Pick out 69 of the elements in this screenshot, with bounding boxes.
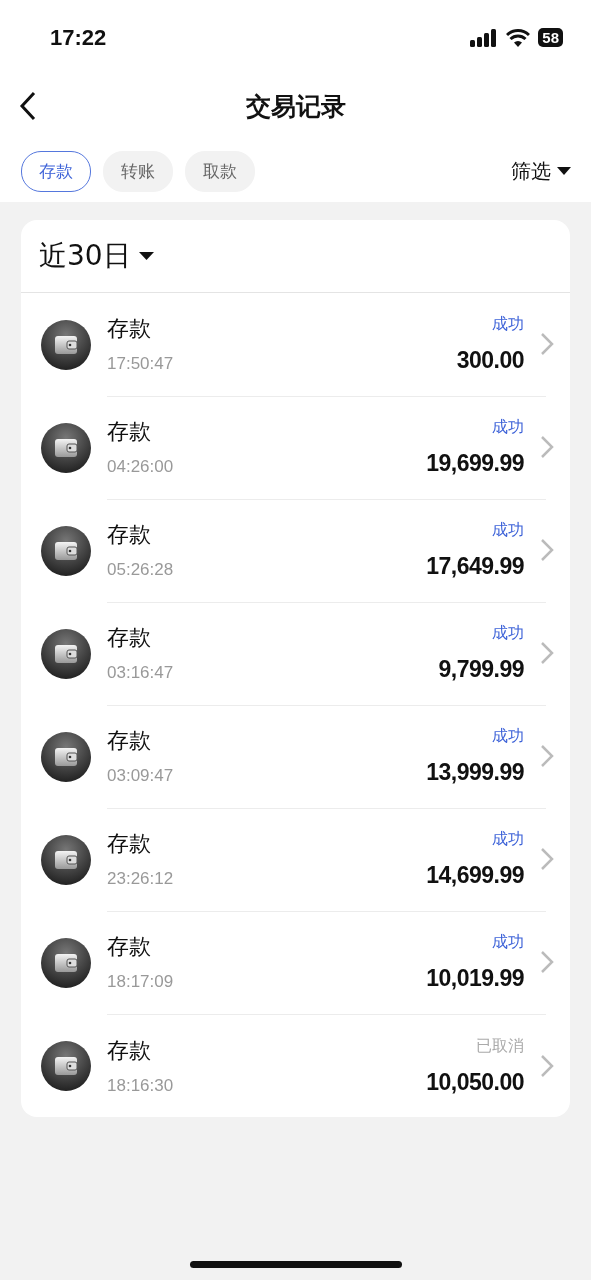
- wallet-icon: [41, 422, 91, 473]
- chevron-icon: [540, 332, 554, 356]
- transaction-time: 17:50:47: [107, 354, 175, 374]
- transaction-status: 成功: [492, 520, 524, 541]
- transaction-status: 成功: [492, 417, 524, 438]
- transaction-row[interactable]: 存款 03:09:47 成功 13,999.99: [21, 705, 570, 808]
- transaction-type: 存款: [107, 933, 152, 961]
- transaction-amount: 13,999.99: [426, 759, 524, 786]
- chevron-icon: [540, 847, 554, 871]
- filter-tab[interactable]: 取款: [185, 151, 255, 192]
- transaction-row[interactable]: 存款 23:26:12 成功 14,699.99: [21, 808, 570, 911]
- transaction-time: 05:26:28: [107, 560, 175, 580]
- filter-tab[interactable]: 转账: [103, 151, 173, 192]
- battery-level: 58: [538, 28, 563, 47]
- period-dropdown[interactable]: 近30日: [39, 237, 154, 275]
- caret-icon: [138, 251, 154, 261]
- wallet-icon: [41, 1040, 91, 1091]
- transaction-time: 18:16:30: [107, 1075, 175, 1096]
- transaction-row[interactable]: 存款 18:16:30 已取消 10,050.00: [21, 1014, 570, 1117]
- transaction-status: 成功: [492, 932, 524, 953]
- transaction-type: 存款: [107, 830, 152, 858]
- transaction-type: 存款: [107, 624, 152, 652]
- transaction-row[interactable]: 存款 17:50:47 成功 300.00: [21, 293, 570, 396]
- transaction-status: 已取消: [476, 1035, 524, 1057]
- transaction-status: 成功: [492, 623, 524, 644]
- transaction-type: 存款: [107, 315, 152, 343]
- wallet-icon: [41, 628, 91, 679]
- transaction-time: 03:09:47: [107, 766, 175, 786]
- transaction-row[interactable]: 存款 05:26:28 成功 17,649.99: [21, 499, 570, 602]
- chevron-icon: [540, 538, 554, 562]
- page-title: 交易记录: [245, 90, 346, 123]
- transaction-row[interactable]: 存款 04:26:00 成功 19,699.99: [21, 396, 570, 499]
- transaction-time: 03:16:47: [107, 663, 175, 683]
- transaction-amount: 14,699.99: [426, 862, 524, 889]
- caret-icon: [557, 167, 571, 176]
- transaction-amount: 19,699.99: [426, 450, 524, 477]
- wallet-icon: [41, 834, 91, 885]
- transaction-row[interactable]: 存款 03:16:47 成功 9,799.99: [21, 602, 570, 705]
- transaction-time: 18:17:09: [107, 972, 175, 992]
- filter-tab[interactable]: 存款: [21, 151, 91, 192]
- status-time: 17:22: [50, 24, 107, 51]
- transaction-status: 成功: [492, 314, 524, 335]
- transaction-status: 成功: [492, 829, 524, 850]
- transaction-type: 存款: [107, 418, 152, 446]
- wifi-icon: [506, 28, 531, 47]
- transaction-amount: 300.00: [456, 347, 524, 374]
- transaction-status: 成功: [492, 726, 524, 747]
- transaction-amount: 17,649.99: [426, 553, 524, 580]
- chevron-icon: [540, 435, 554, 459]
- transaction-amount: 10,050.00: [426, 1068, 524, 1096]
- transaction-type: 存款: [107, 1036, 152, 1065]
- chevron-icon: [540, 744, 554, 768]
- wallet-icon: [41, 525, 91, 576]
- chevron-icon: [540, 950, 554, 974]
- transaction-amount: 9,799.99: [438, 656, 524, 683]
- wallet-icon: [41, 937, 91, 988]
- transaction-amount: 10,019.99: [426, 965, 524, 992]
- wallet-icon: [41, 731, 91, 782]
- transaction-type: 存款: [107, 521, 152, 549]
- back-icon[interactable]: [18, 91, 38, 121]
- chevron-icon: [540, 1053, 554, 1078]
- transaction-time: 04:26:00: [107, 457, 175, 477]
- chevron-icon: [540, 641, 554, 665]
- transaction-time: 23:26:12: [107, 869, 175, 889]
- wallet-icon: [41, 319, 91, 370]
- signal-icon: [470, 28, 499, 47]
- transaction-type: 存款: [107, 727, 152, 755]
- filter-button[interactable]: 筛选: [511, 158, 571, 185]
- transaction-row[interactable]: 存款 18:17:09 成功 10,019.99: [21, 911, 570, 1014]
